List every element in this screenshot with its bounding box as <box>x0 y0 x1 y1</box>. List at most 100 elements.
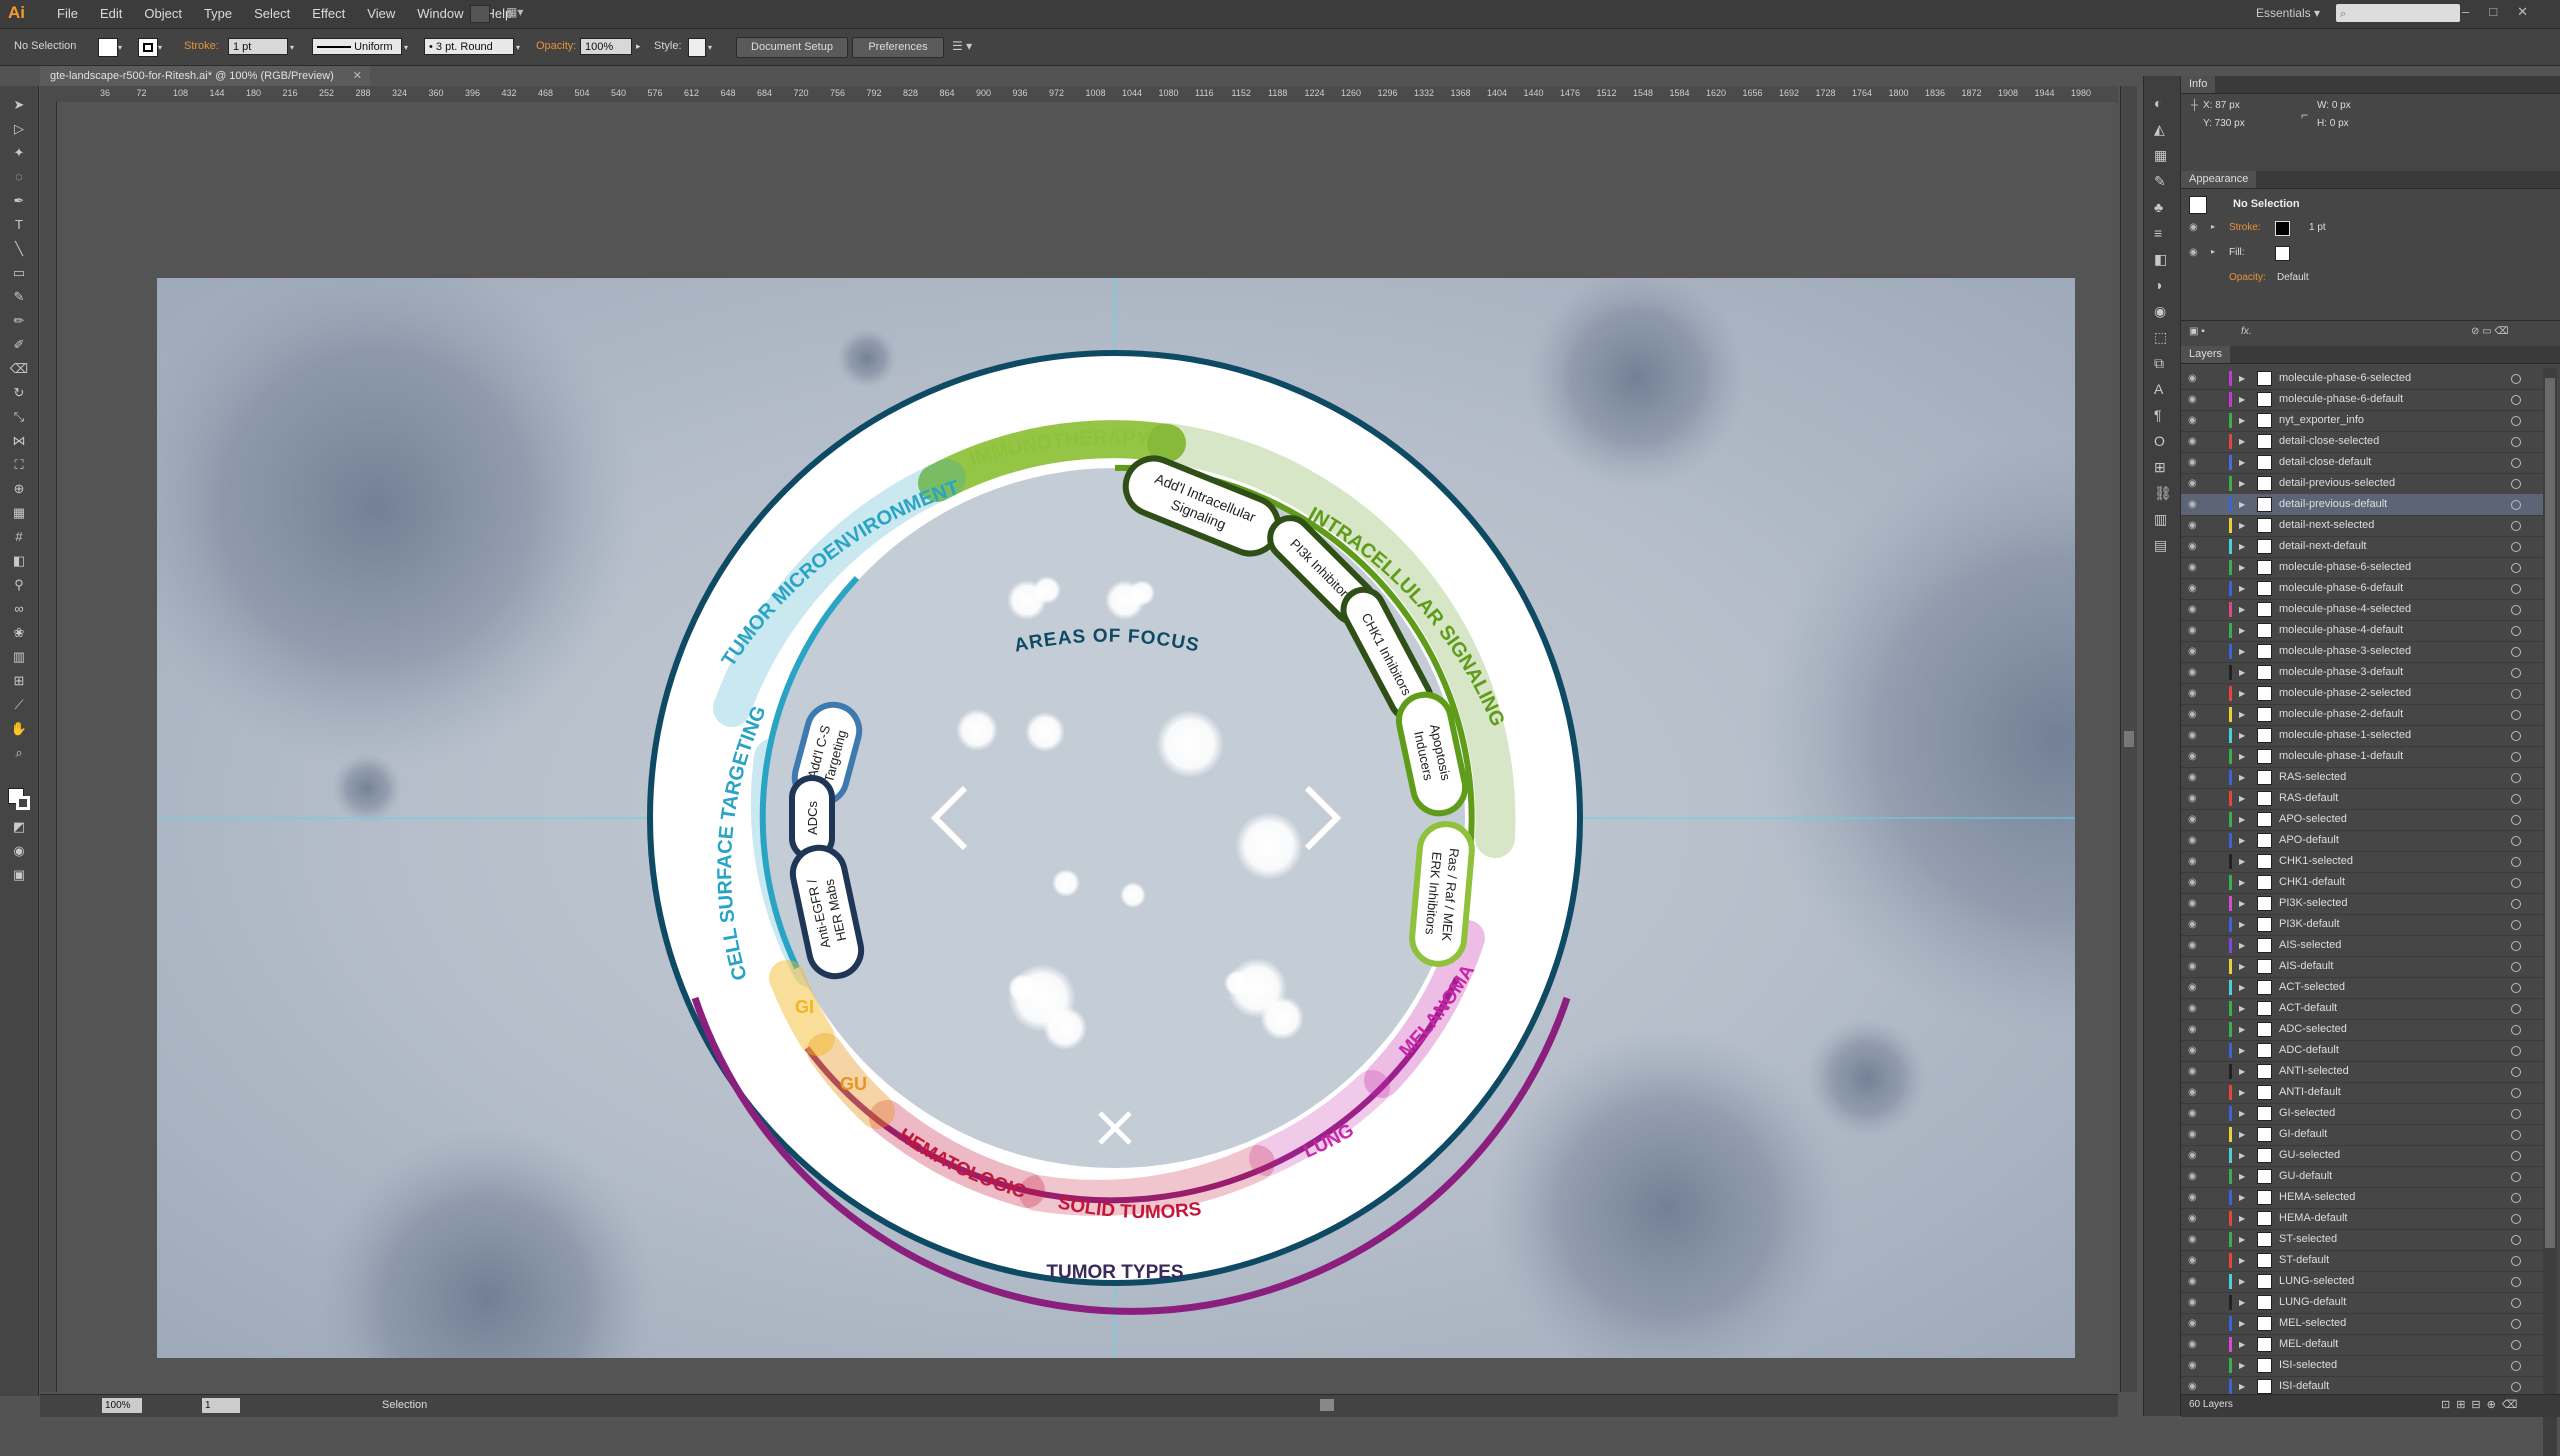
info-panel-header[interactable]: Info <box>2181 76 2560 94</box>
layer-row[interactable]: ◉ ▶ molecule-phase-6-selected <box>2181 557 2543 579</box>
layer-row[interactable]: ◉ ▶ molecule-phase-3-default <box>2181 662 2543 684</box>
menu-window[interactable]: Window <box>406 6 474 21</box>
chevron-right-icon[interactable]: ▶ <box>2239 1334 2245 1355</box>
chevron-right-icon[interactable]: ▶ <box>2239 536 2245 557</box>
layer-row[interactable]: ◉ ▶ AIS-selected <box>2181 935 2543 957</box>
eye-icon[interactable]: ◉ <box>2188 452 2202 473</box>
preferences-button[interactable]: Preferences <box>852 37 944 58</box>
layer-row[interactable]: ◉ ▶ GU-default <box>2181 1166 2543 1188</box>
lasso-icon[interactable]: ◌ <box>9 168 29 186</box>
pencil-icon[interactable]: ✏ <box>9 312 29 330</box>
slice-tool-icon[interactable]: ⟋ <box>9 696 29 714</box>
search-input[interactable]: ⌕ <box>2336 4 2460 22</box>
layer-row[interactable]: ◉ ▶ molecule-phase-2-selected <box>2181 683 2543 705</box>
chevron-right-icon[interactable]: ▸ <box>2211 222 2215 231</box>
artboard-tool-icon[interactable]: ⊞ <box>9 672 29 690</box>
graphic-styles-icon[interactable]: ◉ <box>2154 298 2172 324</box>
color-panel-icon[interactable]: ◐ <box>2154 90 2172 116</box>
eye-icon[interactable]: ◉ <box>2188 1019 2202 1040</box>
eye-icon[interactable]: ◉ <box>2188 809 2202 830</box>
chevron-right-icon[interactable]: ▶ <box>2239 1187 2245 1208</box>
layer-target-icon[interactable] <box>2511 668 2521 678</box>
chevron-right-icon[interactable]: ▶ <box>2239 452 2245 473</box>
symbol-sprayer-icon[interactable]: ❀ <box>9 624 29 642</box>
layer-row[interactable]: ◉ ▶ detail-close-default <box>2181 452 2543 474</box>
eye-icon[interactable]: ◉ <box>2188 1103 2202 1124</box>
opacity-field[interactable]: 100% <box>580 38 632 55</box>
layer-target-icon[interactable] <box>2511 1361 2521 1371</box>
layer-target-icon[interactable] <box>2511 731 2521 741</box>
document-tab[interactable]: gte-landscape-r500-for-Ritesh.ai* @ 100%… <box>40 66 370 86</box>
layer-target-icon[interactable] <box>2511 1340 2521 1350</box>
free-transform-icon[interactable]: ⛶ <box>9 456 29 474</box>
close-icon[interactable]: ✕ <box>353 66 362 86</box>
layer-row[interactable]: ◉ ▶ HEMA-selected <box>2181 1187 2543 1209</box>
eye-icon[interactable]: ◉ <box>2188 368 2202 389</box>
eraser-icon[interactable]: ⌫ <box>9 360 29 378</box>
eye-icon[interactable]: ◉ <box>2188 956 2202 977</box>
layer-target-icon[interactable] <box>2511 458 2521 468</box>
layer-row[interactable]: ◉ ▶ LUNG-default <box>2181 1292 2543 1314</box>
layer-target-icon[interactable] <box>2511 605 2521 615</box>
chevron-right-icon[interactable]: ▶ <box>2239 1082 2245 1103</box>
chevron-down-icon[interactable]: ▾ <box>118 43 122 52</box>
graphic-style-swatch[interactable] <box>688 38 706 57</box>
layer-row[interactable]: ◉ ▶ APO-selected <box>2181 809 2543 831</box>
chevron-right-icon[interactable]: ▶ <box>2239 956 2245 977</box>
chevron-right-icon[interactable]: ▶ <box>2239 1355 2245 1376</box>
chevron-right-icon[interactable]: ▶ <box>2239 1103 2245 1124</box>
blob-brush-icon[interactable]: ✐ <box>9 336 29 354</box>
eye-icon[interactable]: ◉ <box>2188 830 2202 851</box>
layer-target-icon[interactable] <box>2511 752 2521 762</box>
align-icon[interactable]: ▥ <box>2154 506 2172 532</box>
eye-icon[interactable]: ◉ <box>2188 1187 2202 1208</box>
layer-row[interactable]: ◉ ▶ molecule-phase-4-selected <box>2181 599 2543 621</box>
bridge-button[interactable] <box>470 5 490 23</box>
menu-edit[interactable]: Edit <box>89 6 133 21</box>
layer-row[interactable]: ◉ ▶ ADC-selected <box>2181 1019 2543 1041</box>
layer-target-icon[interactable] <box>2511 710 2521 720</box>
layer-row[interactable]: ◉ ▶ detail-next-selected <box>2181 515 2543 537</box>
layer-row[interactable]: ◉ ▶ nyt_exporter_info <box>2181 410 2543 432</box>
layer-row[interactable]: ◉ ▶ detail-previous-selected <box>2181 473 2543 495</box>
perspective-grid-icon[interactable]: ▦ <box>9 504 29 522</box>
workspace-switcher[interactable]: Essentials ▾ <box>2256 6 2320 20</box>
chevron-right-icon[interactable]: ▶ <box>2239 410 2245 431</box>
layer-target-icon[interactable] <box>2511 1193 2521 1203</box>
artboard[interactable]: AREAS OF FOCUS TUMOR TYPES IMMUNOTHERAPY… <box>157 278 2075 1358</box>
layer-target-icon[interactable] <box>2511 374 2521 384</box>
eye-icon[interactable]: ◉ <box>2188 1250 2202 1271</box>
layer-row[interactable]: ◉ ▶ ANTI-selected <box>2181 1061 2543 1083</box>
eye-icon[interactable]: ◉ <box>2188 1082 2202 1103</box>
layer-row[interactable]: ◉ ▶ molecule-phase-1-default <box>2181 746 2543 768</box>
eye-icon[interactable]: ◉ <box>2188 1229 2202 1250</box>
layer-target-icon[interactable] <box>2511 1277 2521 1287</box>
chevron-right-icon[interactable]: ▶ <box>2239 1313 2245 1334</box>
draw-mode-icon[interactable]: ◉ <box>9 842 29 860</box>
layer-target-icon[interactable] <box>2511 1025 2521 1035</box>
eye-icon[interactable]: ◉ <box>2188 1145 2202 1166</box>
eyedropper-icon[interactable]: ⚲ <box>9 576 29 594</box>
layer-target-icon[interactable] <box>2511 1298 2521 1308</box>
eye-icon[interactable]: ◉ <box>2188 746 2202 767</box>
eye-icon[interactable]: ◉ <box>2188 1271 2202 1292</box>
menu-select[interactable]: Select <box>243 6 301 21</box>
chevron-right-icon[interactable]: ▶ <box>2239 1061 2245 1082</box>
horizontal-ruler[interactable]: 36 72 108 144 180 216 252 288 324 360 396 432 468 504… <box>40 86 2118 103</box>
pathfinder-icon[interactable]: ⧉ <box>2154 350 2172 376</box>
eye-icon[interactable]: ◉ <box>2188 536 2202 557</box>
selection-tool-icon[interactable]: ➤ <box>9 96 29 114</box>
eye-icon[interactable]: ◉ <box>2188 1166 2202 1187</box>
direct-selection-tool-icon[interactable]: ▷ <box>9 120 29 138</box>
screen-mode-icon[interactable]: ▣ <box>9 866 29 884</box>
menu-object[interactable]: Object <box>133 6 193 21</box>
eye-icon[interactable]: ◉ <box>2188 1124 2202 1145</box>
stroke-label[interactable]: Stroke: <box>184 40 219 52</box>
chevron-right-icon[interactable]: ▶ <box>2239 809 2245 830</box>
layer-target-icon[interactable] <box>2511 1067 2521 1077</box>
gradient-tool-icon[interactable]: ◧ <box>9 552 29 570</box>
pill-ras[interactable]: Ras / Raf / MEK ERK Inhibitors <box>1409 821 1475 967</box>
chevron-right-icon[interactable]: ▶ <box>2239 431 2245 452</box>
transform-icon[interactable]: ⬚ <box>2154 324 2172 350</box>
layer-target-icon[interactable] <box>2511 395 2521 405</box>
